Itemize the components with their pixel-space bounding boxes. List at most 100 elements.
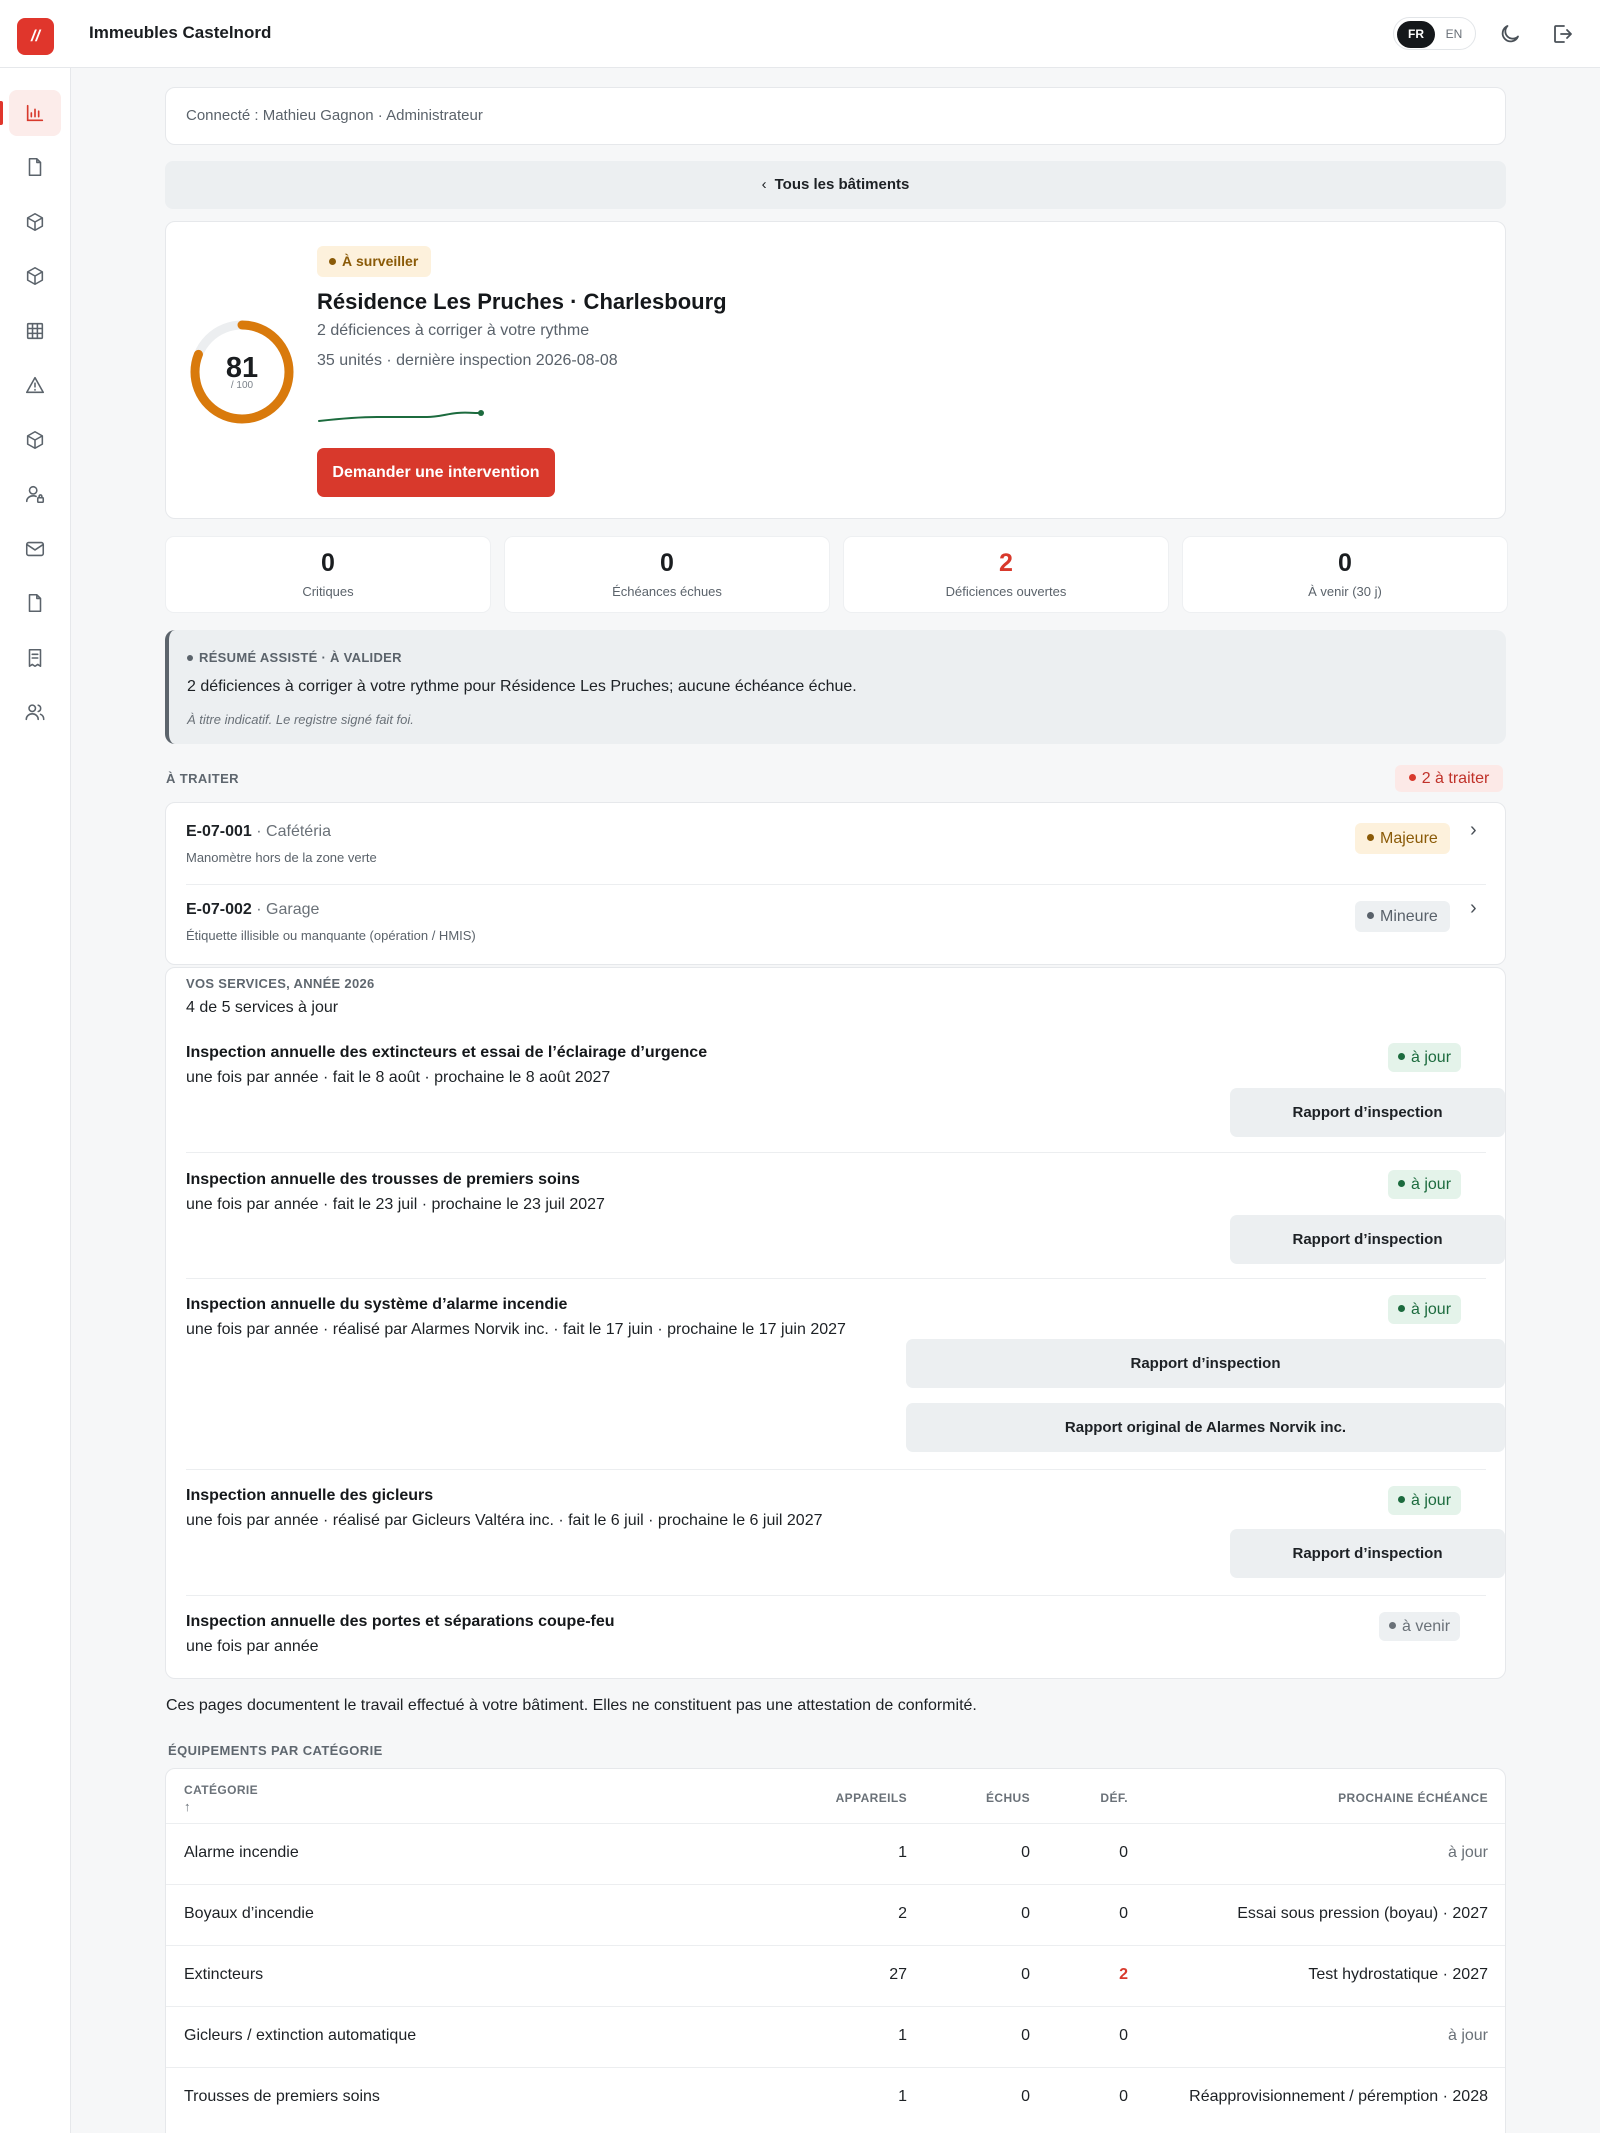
equipment-table: CATÉGORIE ↑ APPAREILS ÉCHUS DÉF. PROCHAI… — [165, 1768, 1506, 2133]
todo-count-badge: 2 à traiter — [1395, 765, 1503, 792]
status-dot — [329, 257, 336, 265]
status-dot — [1398, 1180, 1405, 1188]
service-status: à jour — [1411, 1176, 1452, 1193]
service-detail: une fois par année — [186, 1638, 319, 1655]
sidebar-item-files[interactable] — [9, 580, 61, 626]
severity-label: Mineure — [1380, 908, 1438, 925]
service-status-badge: à jour — [1388, 1170, 1462, 1199]
sidebar-item-inventory[interactable] — [9, 253, 61, 299]
chevron-right-icon[interactable]: › — [1470, 897, 1477, 920]
sidebar-item-alerts[interactable] — [9, 362, 61, 408]
active-marker — [0, 101, 3, 125]
deficiency-row[interactable]: E-07-002 · Garage Étiquette illisible ou… — [166, 881, 1505, 959]
building-card: 81 / 100 À surveiller Résidence Les Pruc… — [165, 221, 1506, 519]
chevron-right-icon[interactable]: › — [1470, 819, 1477, 842]
warning-icon — [25, 376, 45, 394]
sidebar — [0, 68, 71, 2133]
cell-category: Boyaux d’incendie — [184, 1905, 314, 1922]
stat-value: 0 — [1338, 549, 1352, 577]
service-item: Inspection annuelle des extincteurs et e… — [186, 1043, 1505, 1154]
stat-open-deficiencies: 2 Déficiences ouvertes — [843, 536, 1169, 613]
stat-critical: 0 Critiques — [165, 536, 491, 613]
back-label: Tous les bâtiments — [774, 176, 910, 193]
divider — [186, 1278, 1486, 1279]
table-row[interactable]: Gicleurs / extinction automatique 1 0 0 … — [166, 2006, 1505, 2067]
services-card: VOS SERVICES, ANNÉE 2026 4 de 5 services… — [165, 967, 1506, 1679]
service-detail: une fois par année · fait le 8 août · pr… — [186, 1069, 611, 1086]
user-lock-icon — [25, 485, 45, 504]
severity-badge: Majeure — [1355, 823, 1450, 854]
divider — [186, 1152, 1486, 1153]
deficiency-code: E-07-002 · Garage — [186, 901, 319, 919]
inspection-report-button[interactable]: Rapport d’inspection — [906, 1339, 1505, 1388]
deficiency-row[interactable]: E-07-001 · Cafétéria Manomètre hors de l… — [166, 803, 1505, 881]
deficiency-id: E-07-001 — [186, 823, 252, 840]
sidebar-item-dashboard[interactable] — [9, 90, 61, 136]
severity-dot — [1367, 912, 1374, 920]
service-detail: une fois par année · réalisé par Gicleur… — [186, 1512, 823, 1529]
column-header-next-due[interactable]: PROCHAINE ÉCHÉANCE — [1166, 1791, 1488, 1805]
sidebar-item-documents[interactable] — [9, 144, 61, 190]
status-label: À surveiller — [342, 253, 419, 269]
service-title: Inspection annuelle des extincteurs et e… — [186, 1044, 708, 1061]
request-intervention-button[interactable]: Demander une intervention — [317, 448, 555, 497]
divider — [186, 1469, 1486, 1470]
logout-icon[interactable] — [1550, 22, 1574, 46]
original-report-button[interactable]: Rapport original de Alarmes Norvik inc. — [906, 1403, 1505, 1452]
service-title: Inspection annuelle du système d’alarme … — [186, 1296, 568, 1313]
summary-heading-text: RÉSUMÉ ASSISTÉ · À VALIDER — [199, 650, 402, 665]
cell-next-due: Test hydrostatique · 2027 — [1308, 1966, 1488, 1983]
stat-label: Déficiences ouvertes — [945, 584, 1067, 599]
service-status: à jour — [1411, 1049, 1452, 1066]
sidebar-item-user-access[interactable] — [9, 471, 61, 517]
back-to-buildings-button[interactable]: ‹ Tous les bâtiments — [165, 161, 1506, 209]
mail-icon — [25, 541, 45, 557]
cell-category: Alarme incendie — [184, 1844, 299, 1861]
moon-icon[interactable] — [1498, 22, 1522, 46]
inspection-report-button[interactable]: Rapport d’inspection — [1230, 1088, 1505, 1137]
column-header-deficiencies[interactable]: DÉF. — [1026, 1791, 1128, 1805]
chevron-left-icon: ‹ — [761, 176, 767, 193]
file-icon — [28, 157, 42, 177]
app-logo[interactable]: // — [17, 18, 54, 55]
inspection-report-button[interactable]: Rapport d’inspection — [1230, 1529, 1505, 1578]
sidebar-item-equipment[interactable] — [9, 199, 61, 245]
column-header-devices[interactable]: APPAREILS — [666, 1791, 907, 1805]
equipment-label: ÉQUIPEMENTS PAR CATÉGORIE — [168, 1743, 383, 1758]
summary-note: À titre indicatif. Le registre signé fai… — [187, 712, 414, 727]
stat-value: 0 — [660, 549, 674, 577]
services-heading: VOS SERVICES, ANNÉE 2026 — [186, 976, 375, 991]
inspection-report-button[interactable]: Rapport d’inspection — [1230, 1215, 1505, 1264]
sidebar-item-grid[interactable] — [9, 308, 61, 354]
app-title: Immeubles Castelnord — [89, 23, 272, 42]
box-icon — [26, 266, 44, 286]
summary-heading: RÉSUMÉ ASSISTÉ · À VALIDER — [187, 650, 402, 665]
table-row[interactable]: Extincteurs 27 0 2 Test hydrostatique · … — [166, 1945, 1505, 2006]
sidebar-item-assets[interactable] — [9, 417, 61, 463]
deficiency-description: Manomètre hors de la zone verte — [186, 850, 377, 865]
sidebar-item-messages[interactable] — [9, 526, 61, 572]
users-icon — [25, 704, 45, 721]
todo-dot — [1408, 774, 1416, 782]
deficiency-code: E-07-001 · Cafétéria — [186, 823, 331, 841]
stat-label: Échéances échues — [612, 584, 722, 599]
lang-fr-button[interactable]: FR — [1397, 21, 1435, 48]
sort-arrow-icon[interactable]: ↑ — [184, 1799, 191, 1814]
service-status-badge: à jour — [1388, 1043, 1462, 1072]
severity-label: Majeure — [1380, 830, 1438, 847]
column-header-category[interactable]: CATÉGORIE — [184, 1783, 258, 1797]
lang-en-button[interactable]: EN — [1435, 21, 1473, 48]
sidebar-item-register[interactable] — [9, 635, 61, 681]
severity-badge: Mineure — [1355, 901, 1450, 932]
cell-next-due: Réapprovisionnement / péremption · 2028 — [1189, 2088, 1488, 2105]
column-header-overdue[interactable]: ÉCHUS — [906, 1791, 1030, 1805]
cell-overdue: 0 — [1021, 1966, 1030, 1983]
table-row[interactable]: Alarme incendie 1 0 0 à jour — [166, 1823, 1505, 1884]
service-item: Inspection annuelle du système d’alarme … — [186, 1295, 1505, 1466]
table-row[interactable]: Boyaux d’incendie 2 0 0 Essai sous press… — [166, 1884, 1505, 1945]
service-detail: une fois par année · fait le 23 juil · p… — [186, 1196, 605, 1213]
service-status: à venir — [1402, 1618, 1451, 1635]
services-count: 4 de 5 services à jour — [186, 999, 339, 1016]
sidebar-item-users[interactable] — [9, 689, 61, 735]
table-row[interactable]: Trousses de premiers soins 1 0 0 Réappro… — [166, 2067, 1505, 2128]
